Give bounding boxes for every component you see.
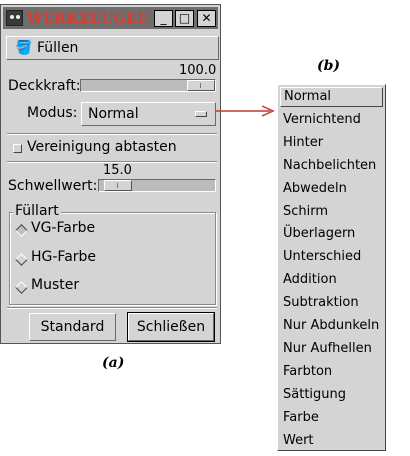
opacity-label: Deckkraft:: [8, 78, 81, 94]
mode-value: Normal: [88, 106, 139, 122]
menu-item-nur-aufhellen[interactable]: Nur Aufhellen: [283, 339, 382, 359]
sample-merged-checkbox[interactable]: [13, 144, 22, 153]
threshold-value: 15.0: [103, 163, 132, 178]
opacity-value: 100.0: [179, 63, 217, 78]
menu-item-farbton[interactable]: Farbton: [283, 362, 382, 382]
tool-name: Füllen: [37, 40, 79, 56]
menu-item-addition[interactable]: Addition: [283, 270, 382, 290]
fill-type-legend: Füllart: [13, 203, 61, 219]
mode-label: Modus:: [27, 105, 78, 121]
threshold-label: Schwellwert:: [8, 178, 98, 194]
fg-color-label: VG-Farbe: [31, 220, 96, 236]
tool-header: 🪣 Füllen: [6, 36, 219, 60]
menu-item-nur-abdunkeln[interactable]: Nur Abdunkeln: [283, 316, 382, 336]
menu-item-hinter[interactable]: Hinter: [283, 133, 382, 153]
bg-color-label: HG-Farbe: [31, 249, 97, 265]
menu-item-vernichtend[interactable]: Vernichtend: [283, 110, 382, 130]
opacity-slider-thumb[interactable]: [187, 80, 215, 91]
threshold-slider-thumb[interactable]: [104, 180, 132, 191]
caption-a: (a): [102, 355, 125, 371]
close-icon[interactable]: ✕: [197, 10, 216, 27]
menu-item-sättigung[interactable]: Sättigung: [283, 385, 382, 405]
close-button[interactable]: Schließen: [127, 312, 215, 342]
title-bar[interactable]: WERKZEUGEINST… _ □ ✕: [3, 7, 218, 29]
separator: [7, 307, 217, 309]
mode-menu: Normal Vernichtend Hinter Nachbelichten Abwe…: [277, 84, 386, 451]
menu-item-unterschied[interactable]: Unterschied: [283, 247, 382, 267]
tool-options-window: WERKZEUGEINST… _ □ ✕ 🪣 Füllen 100.0 Deck…: [0, 4, 221, 344]
pattern-label: Muster: [31, 277, 80, 293]
mode-dropdown[interactable]: Normal: [81, 102, 216, 126]
menu-item-schirm[interactable]: Schirm: [283, 202, 382, 222]
connector-arrow: [215, 105, 275, 117]
dropdown-indicator-icon: [195, 111, 207, 117]
window-title: WERKZEUGEINST…: [27, 11, 147, 27]
maximize-button[interactable]: □: [175, 10, 194, 27]
caption-b: (b): [317, 58, 341, 74]
menu-item-farbe[interactable]: Farbe: [283, 408, 382, 428]
menu-item-subtraktion[interactable]: Subtraktion: [283, 293, 382, 313]
bucket-fill-icon: 🪣: [15, 40, 33, 56]
menu-item-nachbelichten[interactable]: Nachbelichten: [283, 156, 382, 176]
menu-item-wert[interactable]: Wert: [283, 431, 382, 451]
gimp-icon: [6, 10, 23, 26]
menu-item-normal[interactable]: Normal: [280, 87, 383, 107]
threshold-slider[interactable]: [98, 179, 216, 192]
menu-item-abwedeln[interactable]: Abwedeln: [283, 179, 382, 199]
standard-button[interactable]: Standard: [29, 313, 116, 341]
menu-item-überlagern[interactable]: Überlagern: [283, 224, 382, 244]
minimize-button[interactable]: _: [154, 10, 173, 27]
opacity-slider[interactable]: [80, 79, 216, 92]
sample-merged-label: Vereinigung abtasten: [27, 139, 177, 155]
separator: [7, 133, 217, 135]
